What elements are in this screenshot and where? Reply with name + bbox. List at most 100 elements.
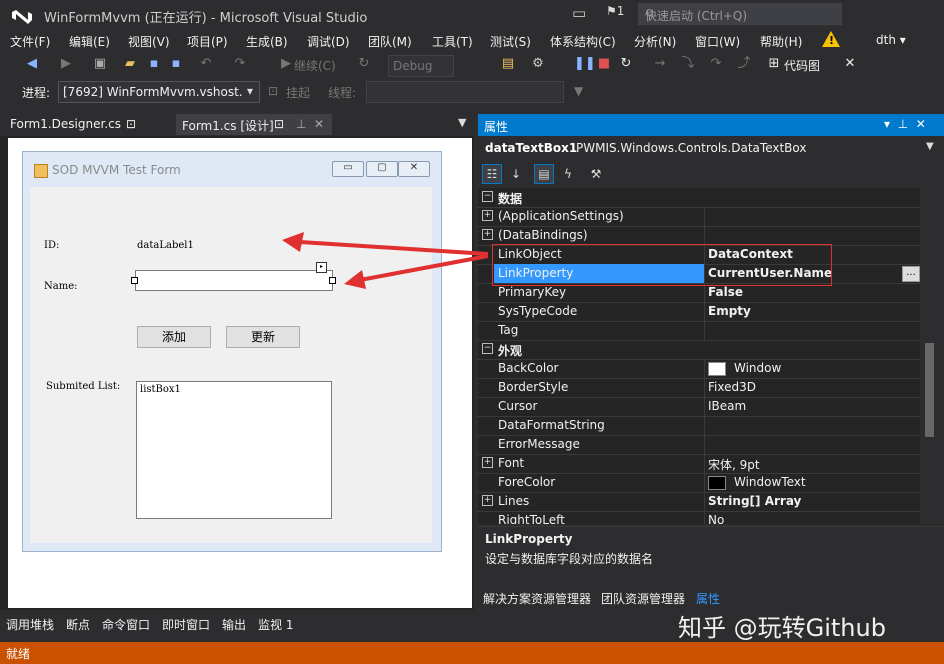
form-minimize-icon[interactable]: ▭ — [332, 161, 364, 177]
close-icon[interactable]: ✕ — [314, 117, 324, 131]
find-in-files-icon[interactable]: ▤ — [500, 56, 516, 72]
property-category[interactable]: − 数据 — [478, 188, 920, 208]
property-row[interactable]: RightToLeft No — [478, 511, 920, 524]
property-row[interactable]: + (DataBindings) — [478, 226, 920, 246]
menu-view[interactable]: 视图(V) — [128, 33, 170, 50]
property-row[interactable]: BackColor Window — [478, 359, 920, 379]
menu-analyze[interactable]: 分析(N) — [634, 33, 676, 50]
expand-icon[interactable]: + — [482, 210, 493, 221]
code-map-icon[interactable]: ⊞ — [766, 56, 782, 72]
tab-solution-explorer[interactable]: 解决方案资源管理器 — [483, 590, 591, 607]
new-project-icon[interactable]: ▣ — [92, 56, 108, 72]
property-value[interactable]: String[] Array — [708, 494, 801, 508]
tabs-dropdown-icon[interactable]: ▼ — [458, 116, 466, 129]
property-value[interactable]: Window — [734, 361, 781, 375]
property-row[interactable]: PrimaryKey False — [478, 283, 920, 303]
menu-file[interactable]: 文件(F) — [10, 33, 50, 50]
menu-edit[interactable]: 编辑(E) — [69, 33, 110, 50]
menu-test[interactable]: 测试(S) — [490, 33, 531, 50]
property-value[interactable]: No — [708, 513, 724, 524]
tab-form1-design[interactable]: Form1.cs [设计] ⊡ ⊥ ✕ — [176, 114, 332, 135]
pause-icon[interactable]: ❚❚ — [574, 56, 596, 72]
feedback-flag-icon[interactable]: ⚑1 — [606, 4, 624, 18]
form-maximize-icon[interactable]: ▢ — [366, 161, 398, 177]
collapse-icon[interactable]: − — [482, 343, 493, 354]
smart-tag-icon[interactable]: ▸ — [316, 262, 327, 273]
filter-icon[interactable]: ▼ — [574, 84, 583, 98]
menu-architecture[interactable]: 体系结构(C) — [550, 33, 616, 50]
browser-link-icon[interactable]: ⚙ — [530, 56, 546, 72]
forward-icon[interactable]: ▶ — [58, 56, 74, 72]
menu-team[interactable]: 团队(M) — [368, 33, 412, 50]
submitted-listbox[interactable]: listBox1 — [136, 381, 332, 519]
property-row[interactable]: + Lines String[] Array — [478, 492, 920, 512]
pin-icon[interactable]: ⊥ — [296, 117, 306, 131]
chevron-down-icon[interactable]: ▼ — [926, 141, 934, 152]
name-textbox[interactable] — [135, 270, 333, 291]
continue-button[interactable]: 继续(C) — [294, 57, 336, 74]
panel-controls[interactable]: ▾ ⊥ ✕ — [884, 117, 926, 131]
menu-help[interactable]: 帮助(H) — [760, 33, 802, 50]
tab-command-window[interactable]: 命令窗口 — [102, 616, 150, 633]
expand-icon[interactable]: + — [482, 495, 493, 506]
suspend-icon[interactable]: ⊡ — [268, 84, 278, 98]
property-value[interactable]: Empty — [708, 304, 751, 318]
data-label[interactable]: dataLabel1 — [137, 240, 194, 251]
quick-launch-input[interactable]: 快速启动 (Ctrl+Q) ⚲ — [638, 3, 842, 25]
events-icon[interactable]: ϟ — [558, 164, 578, 184]
expand-icon[interactable]: + — [482, 457, 493, 468]
property-row[interactable]: ForeColor WindowText — [478, 473, 920, 493]
menu-project[interactable]: 项目(P) — [187, 33, 228, 50]
menu-tools[interactable]: 工具(T) — [432, 33, 473, 50]
property-row[interactable]: DataFormatString — [478, 416, 920, 436]
property-category[interactable]: − 外观 — [478, 340, 920, 360]
process-select[interactable]: [7692] WinFormMvvm.vshost.ex ▾ — [58, 81, 260, 103]
tab-form1-designer[interactable]: Form1.Designer.cs ⊡ — [4, 114, 164, 134]
suspend-button[interactable]: 挂起 — [286, 84, 310, 101]
update-button[interactable]: 更新 — [226, 326, 300, 348]
back-icon[interactable]: ◀ — [24, 56, 40, 72]
save-all-icon[interactable]: ▪ — [168, 56, 184, 72]
property-value[interactable]: False — [708, 285, 743, 299]
expand-icon[interactable]: + — [482, 229, 493, 240]
property-row[interactable]: + (ApplicationSettings) — [478, 207, 920, 227]
continue-icon[interactable]: ▶ — [278, 56, 294, 72]
menu-build[interactable]: 生成(B) — [246, 33, 288, 50]
ellipsis-button[interactable]: ... — [902, 266, 920, 282]
properties-icon[interactable]: ▤ — [534, 164, 554, 184]
property-value[interactable]: 宋体, 9pt — [708, 456, 760, 473]
restart-icon[interactable]: ↻ — [356, 56, 372, 72]
categorized-icon[interactable]: ☷ — [482, 164, 502, 184]
scrollbar-thumb[interactable] — [925, 343, 934, 437]
property-value[interactable]: Fixed3D — [708, 380, 756, 394]
search-icon[interactable]: ⚲ — [645, 7, 835, 21]
menu-window[interactable]: 窗口(W) — [695, 33, 740, 50]
open-folder-icon[interactable]: ▰ — [122, 56, 138, 72]
code-map-button[interactable]: 代码图 — [784, 57, 820, 74]
form-close-icon[interactable]: ✕ — [398, 161, 430, 177]
property-row[interactable]: BorderStyle Fixed3D — [478, 378, 920, 398]
property-row[interactable]: SysTypeCode Empty — [478, 302, 920, 322]
stop-icon[interactable]: ■ — [596, 56, 612, 72]
thread-select[interactable] — [366, 81, 564, 103]
tab-watch-1[interactable]: 监视 1 — [258, 616, 293, 633]
tab-breakpoints[interactable]: 断点 — [66, 616, 90, 633]
property-row[interactable]: + Font 宋体, 9pt — [478, 454, 920, 474]
user-account[interactable]: dth ▾ — [876, 33, 906, 47]
property-pages-icon[interactable]: ⚒ — [586, 164, 606, 184]
property-row[interactable]: ErrorMessage — [478, 435, 920, 455]
alphabetical-icon[interactable]: ↓ — [506, 164, 526, 184]
property-row[interactable]: Cursor IBeam — [478, 397, 920, 417]
tab-call-stack[interactable]: 调用堆栈 — [6, 616, 54, 633]
restart-debug-icon[interactable]: ↻ — [618, 56, 634, 72]
redo-icon[interactable]: ↷ — [232, 56, 248, 72]
property-row[interactable]: Tag — [478, 321, 920, 341]
tab-properties[interactable]: 属性 — [696, 590, 720, 607]
tab-team-explorer[interactable]: 团队资源管理器 — [601, 590, 685, 607]
property-value[interactable]: IBeam — [708, 399, 746, 413]
notification-icon[interactable]: ▭ — [572, 4, 586, 22]
tab-output[interactable]: 输出 — [222, 616, 246, 633]
step-over-icon[interactable]: ↷ — [708, 56, 724, 72]
tab-immediate-window[interactable]: 即时窗口 — [162, 616, 210, 633]
resize-handle-right[interactable] — [329, 277, 336, 284]
